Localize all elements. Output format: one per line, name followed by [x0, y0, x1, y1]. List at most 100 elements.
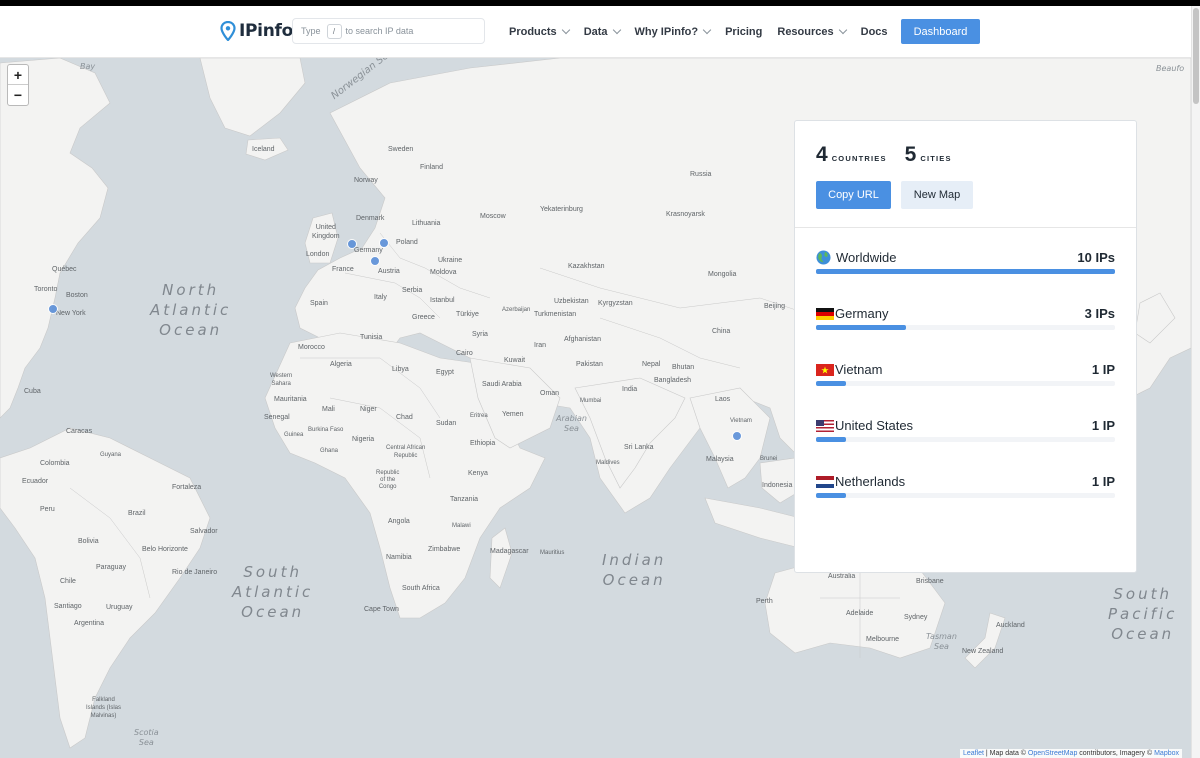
nav-why-ipinfo[interactable]: Why IPinfo?	[635, 25, 712, 38]
map-label: Morocco	[298, 344, 325, 351]
progress-track	[816, 269, 1115, 274]
map-label: Cairo	[456, 350, 473, 357]
list-item[interactable]: Worldwide 10 IPs	[816, 250, 1115, 280]
map-label: Tanzania	[450, 496, 479, 503]
map-label: Krasnoyarsk	[666, 211, 705, 218]
map-label: Angola	[388, 518, 410, 525]
zoom-control: + −	[7, 64, 29, 106]
nav-products[interactable]: Products	[509, 25, 570, 38]
countries-label: COUNTRIES	[831, 154, 887, 163]
map-label: Russia	[690, 171, 712, 178]
map-label: Caracas	[66, 428, 93, 435]
map-label: Beijing	[764, 303, 786, 310]
globe-icon	[816, 250, 831, 265]
map-label: Moscow	[480, 213, 506, 220]
attribution-text-2: contributors, Imagery ©	[1077, 750, 1155, 757]
map-label: Malawi	[452, 523, 471, 529]
map-label: China	[712, 328, 731, 335]
vietnam-flag-icon	[816, 363, 834, 376]
page-scrollbar[interactable]	[1191, 6, 1200, 758]
copy-url-button[interactable]: Copy URL	[816, 181, 891, 209]
list-item[interactable]: Vietnam 1 IP	[816, 362, 1115, 392]
nav-resources[interactable]: Resources	[777, 25, 847, 38]
map-label: Bhutan	[672, 364, 695, 371]
list-item[interactable]: United States 1 IP	[816, 418, 1115, 448]
ip-marker-new-york[interactable]	[48, 304, 58, 314]
progress-fill	[816, 381, 846, 386]
madagascar-landmass	[489, 527, 513, 589]
site-header: IPinfo Type / to search IP data Products…	[0, 6, 1191, 58]
progress-fill	[816, 269, 1115, 274]
scrollbar-thumb[interactable]	[1193, 8, 1199, 104]
row-name: Netherlands	[816, 474, 905, 489]
germany-flag-icon	[816, 307, 834, 320]
map-label: Kuwait	[504, 357, 526, 364]
map-label: Chile	[60, 578, 76, 585]
map-label: Central African Republic	[386, 445, 426, 459]
search-placeholder: to search IP data	[345, 26, 414, 36]
sea-label-arabian: Arabian Sea	[556, 414, 587, 433]
list-item[interactable]: Netherlands 1 IP	[816, 474, 1115, 504]
map-label: Syria	[472, 331, 488, 338]
map-label: Nigeria	[352, 436, 375, 443]
leaflet-link[interactable]: Leaflet	[963, 750, 984, 757]
map-label: Adelaide	[846, 610, 874, 617]
map-label: Ukraine	[438, 257, 463, 264]
ipinfo-logo[interactable]: IPinfo	[220, 21, 293, 41]
map-label: Spain	[310, 300, 328, 307]
nav-docs[interactable]: Docs	[861, 26, 888, 38]
map-label: New Zealand	[962, 648, 1004, 655]
ip-marker-munich[interactable]	[370, 256, 380, 266]
map-label: India	[622, 386, 638, 393]
map-label: Zimbabwe	[428, 546, 461, 553]
osm-link[interactable]: OpenStreetMap	[1028, 750, 1077, 757]
row-count: 1 IP	[1091, 362, 1115, 377]
attribution-text: | Map data ©	[983, 750, 1028, 757]
nav-data-label: Data	[583, 26, 608, 38]
map-label: France	[332, 266, 354, 273]
zoom-out-button[interactable]: −	[8, 85, 28, 105]
search-shortcut-key: /	[326, 23, 342, 39]
map-label: Kyrgyzstan	[598, 300, 633, 307]
sea-label-scotia: Scotia Sea	[134, 728, 159, 747]
map-label: United Kingdom	[312, 224, 340, 240]
mapbox-link[interactable]: Mapbox	[1154, 750, 1179, 757]
map-label: Fortaleza	[172, 484, 202, 491]
map-label: Mauritania	[274, 396, 307, 403]
map-label: Germany	[354, 247, 383, 254]
row-name: Germany	[816, 306, 888, 321]
ip-marker-berlin[interactable]	[379, 238, 389, 248]
nav-data[interactable]: Data	[583, 25, 621, 38]
sea-label-tasman: Tasman Sea	[926, 632, 957, 651]
map-label: Uruguay	[106, 604, 133, 611]
ip-marker-london[interactable]	[347, 239, 357, 249]
nav-pricing[interactable]: Pricing	[725, 26, 762, 38]
zoom-in-button[interactable]: +	[8, 65, 28, 85]
map-label: Oman	[540, 390, 560, 397]
nav-docs-label: Docs	[860, 26, 888, 38]
map-label: Denmark	[356, 215, 385, 222]
chevron-down-icon	[612, 25, 621, 35]
list-item[interactable]: Germany 3 IPs	[816, 306, 1115, 336]
map-label: Bangladesh	[654, 377, 691, 384]
map-label: Azerbaijan	[502, 307, 531, 313]
map-label: Rio de Janeiro	[172, 569, 218, 576]
row-label: Netherlands	[835, 474, 906, 489]
new-map-button[interactable]: New Map	[901, 181, 973, 209]
map-label: Salvador	[190, 528, 218, 535]
chevron-down-icon	[561, 25, 570, 35]
map-label: Niger	[360, 406, 377, 413]
map-label: Kenya	[468, 470, 488, 477]
map-label: Uzbekistan	[554, 298, 589, 305]
map-label: Algeria	[330, 361, 352, 368]
search-input[interactable]: Type / to search IP data	[292, 18, 485, 44]
map-label: Poland	[396, 239, 418, 246]
map-label: Belo Horizonte	[142, 546, 188, 553]
ip-marker-vietnam[interactable]	[732, 431, 742, 441]
map-label: Yemen	[502, 411, 524, 418]
map-label: South Africa	[402, 585, 440, 592]
ocean-label-indian: Indian Ocean	[602, 551, 667, 589]
dashboard-button[interactable]: Dashboard	[901, 19, 980, 44]
map-attribution: Leaflet | Map data © OpenStreetMap contr…	[959, 749, 1182, 758]
map-label: Egypt	[436, 369, 454, 376]
